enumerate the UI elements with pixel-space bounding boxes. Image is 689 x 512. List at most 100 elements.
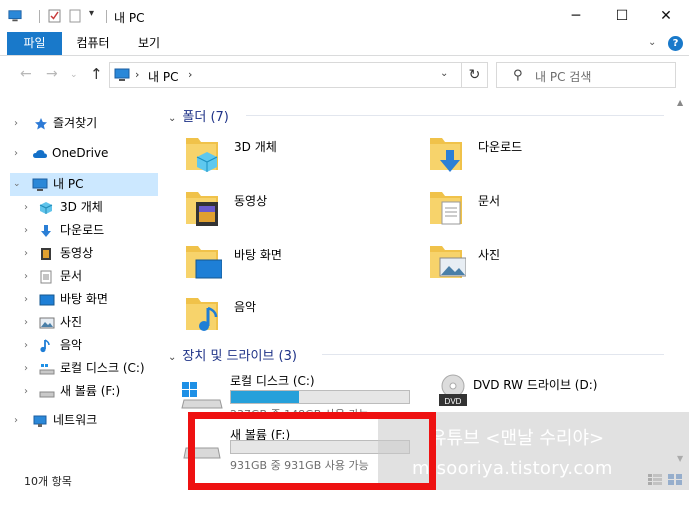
back-button[interactable]: ← <box>20 66 32 82</box>
expand-chevron-icon[interactable]: › <box>14 409 18 432</box>
expand-chevron-icon[interactable]: › <box>24 311 28 334</box>
nav-label: OneDrive <box>52 146 109 160</box>
nav-item-downloads[interactable]: › 다운로드 <box>10 219 158 242</box>
tab-computer[interactable]: 컴퓨터 <box>68 32 118 55</box>
up-button[interactable]: ↑ <box>90 65 103 83</box>
folder-documents[interactable]: 문서 <box>428 188 668 238</box>
tab-view[interactable]: 보기 <box>126 32 172 55</box>
expand-chevron-icon[interactable]: › <box>14 142 18 165</box>
ribbon-tabs: 파일 컴퓨터 보기 ⌄ ? <box>0 32 689 56</box>
maximize-button[interactable]: ☐ <box>599 0 645 32</box>
nav-item-documents[interactable]: › 문서 <box>10 265 158 288</box>
nav-this-pc[interactable]: ⌄ 내 PC <box>10 173 158 196</box>
downloads-folder-icon <box>430 138 462 172</box>
expand-chevron-icon[interactable]: › <box>24 196 28 219</box>
search-box[interactable]: ⚲ 내 PC 검색 <box>496 62 676 88</box>
folder-label: 다운로드 <box>478 140 523 154</box>
folder-music[interactable]: 음악 <box>184 294 424 344</box>
nav-quick-access[interactable]: › 즐겨찾기 <box>10 112 158 135</box>
drive-label: 로컬 디스크 (C:) <box>230 374 315 388</box>
window-title: 내 PC <box>114 11 145 25</box>
tab-file[interactable]: 파일 <box>7 32 62 55</box>
help-icon[interactable]: ? <box>668 36 683 51</box>
nav-onedrive[interactable]: › OneDrive <box>10 142 158 165</box>
drive-local-disk-c[interactable]: 로컬 디스크 (C:) 237GB 중 148GB 사용 가능 <box>180 372 416 418</box>
nav-network[interactable]: › 네트워크 <box>10 409 158 432</box>
properties-icon[interactable] <box>48 9 62 23</box>
folder-downloads[interactable]: 다운로드 <box>428 134 668 184</box>
forward-button[interactable]: → <box>46 66 58 82</box>
nav-item-pictures[interactable]: › 사진 <box>10 311 158 334</box>
nav-label: 바탕 화면 <box>60 292 108 306</box>
collapse-chevron-icon[interactable]: ⌄ <box>168 352 176 363</box>
expand-chevron-icon[interactable]: › <box>24 357 28 380</box>
collapse-chevron-icon[interactable]: ⌄ <box>13 173 21 196</box>
desktop-folder-icon <box>186 246 222 279</box>
folders-group-header[interactable]: ⌄ 폴더 (7) <box>168 106 229 125</box>
nav-label: 새 볼륨 (F:) <box>60 384 121 398</box>
expand-chevron-icon[interactable]: › <box>24 380 28 403</box>
collapse-chevron-icon[interactable]: ⌄ <box>168 113 176 124</box>
scroll-up-icon[interactable]: ▲ <box>677 98 683 107</box>
nav-item-videos[interactable]: › 동영상 <box>10 242 158 265</box>
recent-locations-icon[interactable]: ⌄ <box>70 70 78 80</box>
vertical-scrollbar[interactable]: ▲ ▼ <box>675 96 689 466</box>
expand-chevron-icon[interactable]: › <box>24 219 28 242</box>
drive-label: DVD RW 드라이브 (D:) <box>473 378 598 392</box>
windows-drive-icon <box>39 364 55 375</box>
film-icon <box>41 248 51 260</box>
this-pc-icon <box>8 10 22 22</box>
folder-desktop[interactable]: 바탕 화면 <box>184 242 424 292</box>
dvd-icon-label: DVD <box>445 397 462 406</box>
nav-item-3d-objects[interactable]: › 3D 개체 <box>10 196 158 219</box>
customize-toolbar-icon[interactable]: ▾ <box>89 8 94 19</box>
expand-chevron-icon[interactable]: › <box>24 265 28 288</box>
nav-label: 다운로드 <box>60 223 105 237</box>
nav-item-music[interactable]: › 음악 <box>10 334 158 357</box>
nav-item-local-disk-c[interactable]: › 로컬 디스크 (C:) <box>10 357 158 380</box>
search-input[interactable]: 내 PC 검색 <box>535 68 591 85</box>
nav-label: 3D 개체 <box>60 200 103 214</box>
address-bar[interactable]: › 내 PC › ⌄ <box>109 62 488 88</box>
nav-label: 문서 <box>60 269 83 283</box>
picture-icon <box>39 317 55 329</box>
folder-label: 3D 개체 <box>234 140 277 154</box>
address-history-dropdown[interactable]: ⌄ <box>440 68 448 79</box>
nav-label: 네트워크 <box>53 413 98 427</box>
expand-chevron-icon[interactable]: › <box>24 334 28 357</box>
documents-folder-icon <box>430 192 462 225</box>
expand-chevron-icon[interactable]: › <box>14 112 18 135</box>
dvd-drive-icon: DVD <box>439 374 467 406</box>
nav-item-new-volume-f[interactable]: › 새 볼륨 (F:) <box>10 380 158 403</box>
breadcrumb-this-pc[interactable]: 내 PC <box>148 68 178 85</box>
close-button[interactable]: ✕ <box>643 0 689 32</box>
expand-chevron-icon[interactable]: › <box>24 288 28 311</box>
nav-item-desktop[interactable]: › 바탕 화면 <box>10 288 158 311</box>
nav-label: 사진 <box>60 315 83 329</box>
divider <box>106 10 107 23</box>
watermark-url: m-sooriya.tistory.com <box>412 458 613 479</box>
breadcrumb-separator[interactable]: › <box>188 68 192 81</box>
devices-group-header[interactable]: ⌄ 장치 및 드라이브 (3) <box>168 345 297 364</box>
folder-label: 문서 <box>478 194 501 208</box>
this-pc-icon <box>32 178 48 191</box>
watermark-title: 유튜브 <맨날 수리야> <box>430 428 605 449</box>
nav-label: 동영상 <box>60 246 94 260</box>
item-count: 10개 항목 <box>24 475 72 488</box>
title-bar: ▾ 내 PC ─ ☐ ✕ <box>0 0 689 32</box>
minimize-button[interactable]: ─ <box>553 0 599 32</box>
breadcrumb-separator[interactable]: › <box>135 68 139 81</box>
folder-3d-objects[interactable]: 3D 개체 <box>184 134 424 184</box>
expand-ribbon-icon[interactable]: ⌄ <box>648 37 656 48</box>
folder-videos[interactable]: 동영상 <box>184 188 424 238</box>
folder-pictures[interactable]: 사진 <box>428 242 668 292</box>
folder-label: 동영상 <box>234 194 268 208</box>
download-arrow-icon <box>41 225 51 237</box>
expand-chevron-icon[interactable]: › <box>24 242 28 265</box>
star-icon <box>35 118 47 130</box>
windows-drive-icon <box>181 382 223 409</box>
folder-label: 사진 <box>478 248 501 262</box>
refresh-button[interactable]: ↻ <box>461 62 488 88</box>
folder-label: 음악 <box>234 300 257 314</box>
new-folder-icon[interactable] <box>68 9 82 23</box>
